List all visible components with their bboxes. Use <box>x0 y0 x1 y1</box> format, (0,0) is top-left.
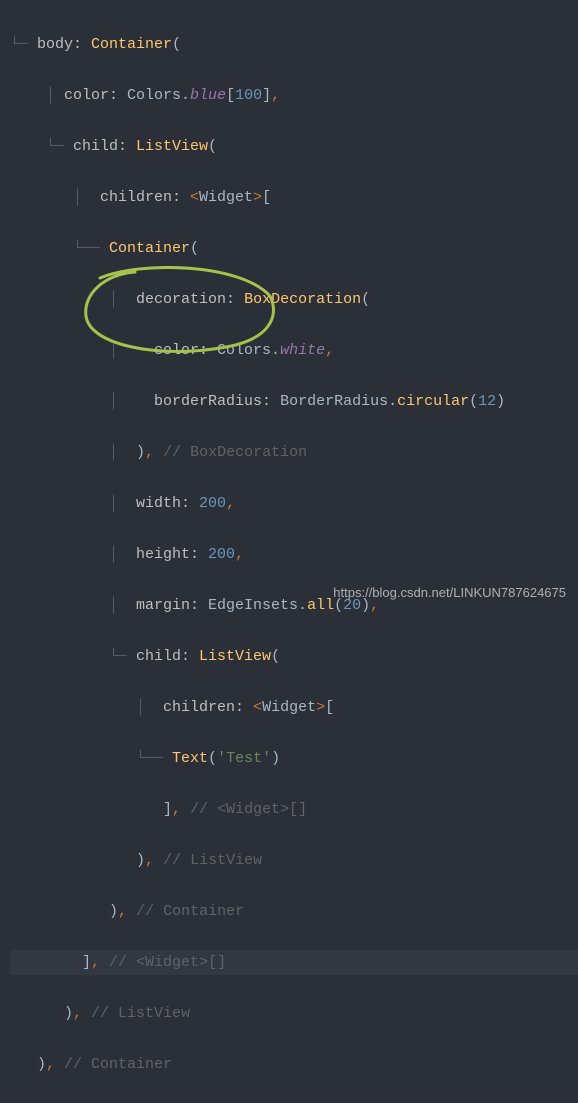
code-line-11: │ height: 200, <box>10 542 578 568</box>
code-line-4: │ children: <Widget>[ <box>10 185 578 211</box>
code-line-5: └── Container( <box>10 236 578 262</box>
code-line-9: │ ), // BoxDecoration <box>10 440 578 466</box>
code-line-17: ), // ListView <box>10 848 578 874</box>
code-line-1: └─ body: Container( <box>10 32 578 58</box>
code-line-10: │ width: 200, <box>10 491 578 517</box>
code-line-18: ), // Container <box>10 899 578 925</box>
code-line-21: ), // Container <box>10 1052 578 1078</box>
code-line-13: └─ child: ListView( <box>10 644 578 670</box>
code-line-19: ], // <Widget>[] <box>10 950 578 976</box>
code-line-14: │ children: <Widget>[ <box>10 695 578 721</box>
code-line-15: └── Text('Test') <box>10 746 578 772</box>
code-line-20: ), // ListView <box>10 1001 578 1027</box>
code-line-7: │ color: Colors.white, <box>10 338 578 364</box>
code-line-2: │ color: Colors.blue[100], <box>10 83 578 109</box>
code-line-6: │ decoration: BoxDecoration( <box>10 287 578 313</box>
code-line-16: ], // <Widget>[] <box>10 797 578 823</box>
code-line-8: │ borderRadius: BorderRadius.circular(12… <box>10 389 578 415</box>
code-line-3: └─ child: ListView( <box>10 134 578 160</box>
code-block[interactable]: └─ body: Container( │ color: Colors.blue… <box>0 0 578 1103</box>
watermark-text: https://blog.csdn.net/LINKUN787624675 <box>333 582 566 604</box>
